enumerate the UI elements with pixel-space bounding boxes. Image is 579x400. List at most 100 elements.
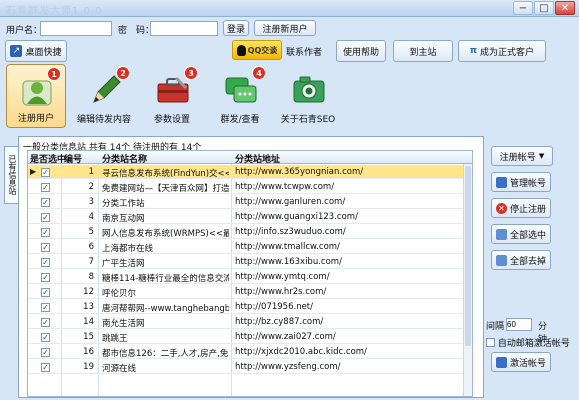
manage-account-button[interactable]: 管理帐号	[491, 172, 551, 192]
register-account-label: 注册帐号	[499, 152, 536, 163]
nav-edit-content[interactable]: 2 编辑待发内容	[74, 64, 134, 128]
auto-email-label: 自动邮箱激活帐号	[497, 339, 570, 349]
stop-icon: ✕	[495, 202, 507, 214]
nav-settings[interactable]: 3 参数设置	[142, 64, 202, 128]
chevron-down-icon: ▼	[538, 152, 545, 160]
row-site-name: 糖棒114-糖棒行业最全的信息交流	[102, 274, 229, 284]
row-site-url: http://www.163xibu.com/	[235, 257, 342, 267]
header-url[interactable]: 分类站地址	[235, 152, 280, 165]
row-id: 8	[88, 272, 94, 282]
badge-1: 1	[47, 67, 61, 81]
auto-email-option[interactable]: 自动邮箱激活帐号	[486, 336, 570, 349]
table-row[interactable]: ✓ 6 上海都市在线 http://www.tmallcw.com/	[28, 240, 472, 254]
row-id: 19	[83, 362, 94, 372]
row-checkbox[interactable]: ✓	[41, 273, 50, 282]
stop-register-label: 停止注册	[509, 204, 546, 215]
row-checkbox[interactable]: ✓	[41, 333, 50, 342]
row-id: 1	[88, 167, 94, 177]
badge-2: 2	[116, 66, 130, 80]
activate-icon	[495, 356, 507, 368]
row-id: 13	[83, 302, 94, 312]
tab-existing-sites[interactable]: 已有信息站	[4, 146, 18, 204]
table-row[interactable]: ✓ 4 南京互动网 http://www.guangxi123.com/	[28, 210, 472, 224]
table-row[interactable]: ✓ 12 呼伦贝尔 http://www.hr2s.com/	[28, 285, 472, 299]
nav-about[interactable]: 关于石青SEO	[278, 64, 338, 128]
password-input[interactable]	[150, 21, 218, 36]
table-row[interactable]: ✓ 15 跳跳王 http://www.zai027.com/	[28, 330, 472, 344]
row-checkbox[interactable]: ✓	[41, 258, 50, 267]
stop-register-button[interactable]: ✕ 停止注册	[491, 198, 551, 218]
nav-settings-label: 参数设置	[153, 115, 190, 125]
chat-icon	[225, 77, 257, 103]
window-title: 石青群发大师1.0.0	[6, 6, 103, 17]
table-row[interactable]: ▶ ✓ 1 寻云信息发布系统(FindYun)交<<最新 http://www.365y…	[28, 165, 472, 179]
goto-main-site-button[interactable]: 到主站	[393, 40, 453, 62]
table-row[interactable]: ✓ 16 都市信息126：二手,人才,房产,免费 http://xjxdc2010.a…	[28, 345, 472, 359]
row-site-name: 都市信息126：二手,人才,房产,免费	[102, 349, 229, 359]
badge-3: 3	[184, 66, 198, 80]
minimize-button[interactable]: −	[513, 1, 533, 15]
become-customer-button[interactable]: π 成为正式客户	[458, 40, 546, 62]
register-account-button[interactable]: 注册帐号 ▼	[491, 146, 553, 166]
help-button[interactable]: 使用帮助	[336, 40, 386, 62]
auto-email-checkbox[interactable]	[486, 338, 495, 347]
deselect-all-button[interactable]: 全部去掉	[491, 250, 551, 270]
row-checkbox[interactable]: ✓	[41, 303, 50, 312]
row-site-url: http://www.ganluren.com/	[235, 197, 346, 207]
interval-control: 间隔 分钟	[486, 318, 547, 345]
header-name[interactable]: 分类站名称	[102, 152, 147, 165]
row-site-url: http://www.hr2s.com/	[235, 287, 327, 297]
table-row[interactable]: ✓ 2 免费建网站—【天津百众网】打造 http://www.tcwpw.com/	[28, 180, 472, 194]
close-button[interactable]: ✕	[555, 1, 575, 15]
title-bar: 石青群发大师1.0.0 − □ ✕	[0, 0, 579, 17]
login-button[interactable]: 登录	[223, 20, 249, 36]
row-site-url: http://www.guangxi123.com/	[235, 212, 358, 222]
qq-chat-button[interactable]: QQ交谈	[232, 40, 282, 60]
row-checkbox[interactable]: ✓	[41, 318, 50, 327]
vertical-scrollbar[interactable]	[463, 164, 472, 396]
nav-register-user[interactable]: 1 注册用户	[6, 64, 66, 128]
nav-send-view[interactable]: 4 群发/查看	[210, 64, 270, 128]
table-row[interactable]: ✓ 8 糖棒114-糖棒行业最全的信息交流 http://www.ymtq.com/	[28, 270, 472, 284]
row-checkbox[interactable]: ✓	[41, 228, 50, 237]
table-row[interactable]: ✓ 13 唐河帮帮网--www.tanghebangbang http://07195…	[28, 300, 472, 314]
username-input[interactable]	[40, 21, 112, 36]
maximize-button[interactable]: □	[534, 1, 554, 15]
row-site-name: 分类工作站	[102, 199, 145, 209]
row-checkbox[interactable]: ✓	[41, 243, 50, 252]
register-button[interactable]: 注册新用户	[254, 20, 316, 36]
interval-input[interactable]	[506, 318, 532, 331]
table-row[interactable]: ✓ 14 南允生活网 http://bz.cy887.com/	[28, 315, 472, 329]
row-checkbox[interactable]: ✓	[41, 183, 50, 192]
pi-icon: π	[469, 46, 478, 56]
row-checkbox[interactable]: ✓	[41, 198, 50, 207]
become-customer-label: 成为正式客户	[480, 47, 535, 58]
row-site-url: http://bz.cy887.com/	[235, 317, 324, 327]
row-checkbox[interactable]: ✓	[41, 348, 50, 357]
table-row[interactable]: ✓ 19 河源在线 http://www.yzsfeng.com/	[28, 360, 472, 374]
qq-chat-label: QQ交谈	[247, 45, 278, 55]
row-id: 4	[88, 212, 94, 222]
row-site-url: http://www.tcwpw.com/	[235, 182, 335, 192]
table-row[interactable]: ✓ 7 广平生活网 http://www.163xibu.com/	[28, 255, 472, 269]
row-checkbox[interactable]: ✓	[41, 363, 50, 372]
row-checkbox[interactable]: ✓	[41, 168, 50, 177]
table-row[interactable]: ✓ 5 网人信息发布系统(WRMPS)<<最 http://info.sz3wuduo…	[28, 225, 472, 239]
row-checkbox[interactable]: ✓	[41, 288, 50, 297]
select-all-button[interactable]: 全部选中	[491, 224, 551, 244]
row-id: 16	[83, 347, 94, 357]
row-site-name: 呼伦贝尔	[102, 289, 137, 299]
desktop-shortcut-button[interactable]: ↗ 桌面快捷	[5, 40, 67, 62]
row-site-url: http://xjxdc2010.abc.kidc.com/	[235, 347, 367, 357]
row-id: 12	[83, 287, 94, 297]
row-checkbox[interactable]: ✓	[41, 213, 50, 222]
table-row[interactable]: ✓ 3 分类工作站 http://www.ganluren.com/	[28, 195, 472, 209]
header-id[interactable]: 编号	[64, 152, 82, 165]
header-selected[interactable]: 是否选中	[30, 152, 66, 165]
row-site-name: 上海都市在线	[102, 244, 154, 254]
select-all-icon	[495, 228, 507, 240]
activate-account-button[interactable]: 激活帐号	[491, 352, 551, 372]
scrollbar-thumb[interactable]	[465, 166, 471, 346]
row-id: 6	[88, 242, 94, 252]
row-id: 15	[83, 332, 94, 342]
